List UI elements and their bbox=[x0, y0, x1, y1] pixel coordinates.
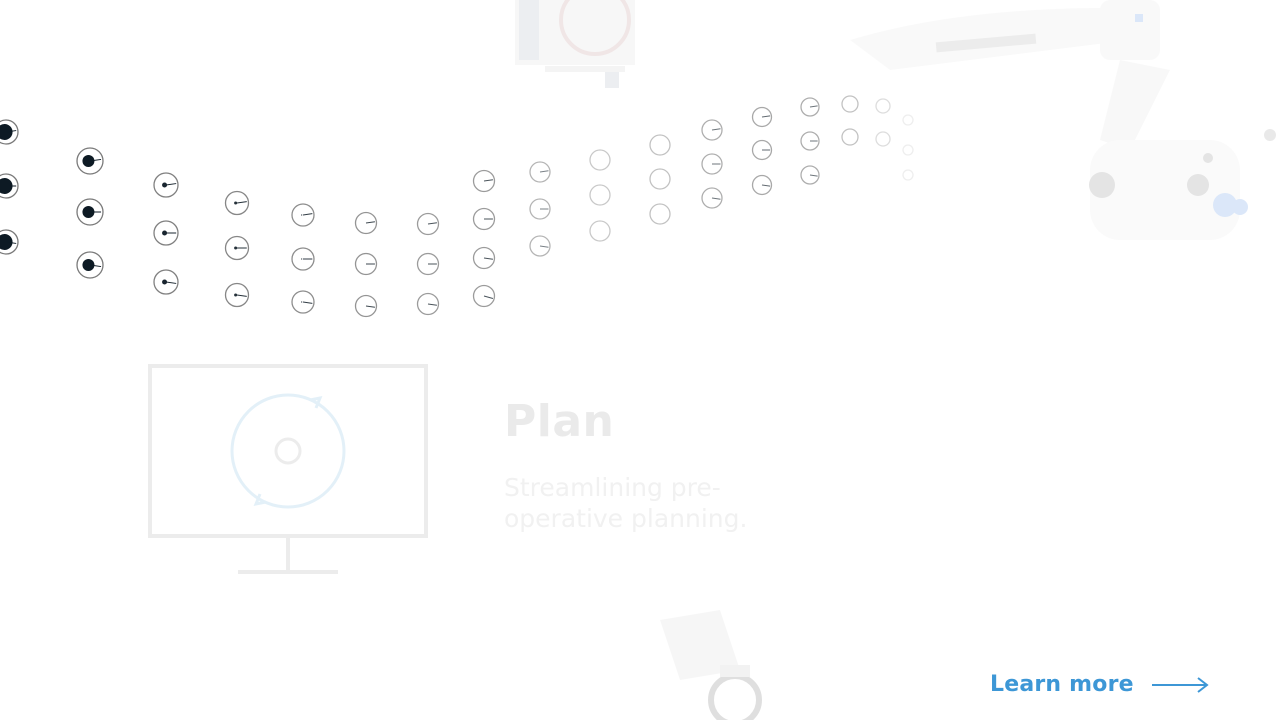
eye-dot bbox=[354, 211, 378, 235]
eye-dot bbox=[649, 134, 671, 156]
eye-dot bbox=[751, 174, 773, 196]
eye-dot bbox=[841, 128, 859, 146]
eye-dot bbox=[224, 235, 250, 261]
eye-dot bbox=[472, 246, 496, 270]
eye-dot bbox=[529, 161, 551, 183]
eye-dot bbox=[153, 172, 179, 198]
eye-dot bbox=[800, 165, 820, 185]
eye-dot bbox=[416, 212, 440, 236]
eye-dot bbox=[0, 173, 19, 199]
eye-dot bbox=[589, 220, 611, 242]
eye-dot bbox=[0, 229, 19, 255]
plan-subtitle: Streamlining pre-operative planning. bbox=[504, 473, 748, 533]
eye-dot bbox=[751, 139, 773, 161]
learn-more-link[interactable]: Learn more bbox=[990, 672, 1210, 697]
eye-dot bbox=[589, 184, 611, 206]
eye-dot bbox=[76, 198, 104, 226]
eye-dot bbox=[76, 251, 104, 279]
eye-dot bbox=[875, 98, 891, 114]
eye-dot bbox=[153, 269, 179, 295]
eye-dot bbox=[649, 168, 671, 190]
eye-dot bbox=[416, 252, 440, 276]
monitor-cycle-icon bbox=[148, 364, 428, 574]
eye-dot bbox=[153, 220, 179, 246]
eye-dots-wave-graphic bbox=[0, 95, 914, 318]
eye-dot bbox=[875, 131, 891, 147]
eye-dot bbox=[589, 149, 611, 171]
cart-wheel-background-image bbox=[660, 610, 762, 720]
eye-dot bbox=[701, 187, 723, 209]
eye-dot bbox=[354, 252, 378, 276]
eye-dot bbox=[224, 190, 250, 216]
plan-section: Plan Streamlining pre-operative planning… bbox=[140, 360, 840, 590]
eye-dot bbox=[472, 207, 496, 231]
eye-dot bbox=[354, 294, 378, 318]
eye-dots-group bbox=[0, 95, 914, 318]
eye-dot bbox=[751, 106, 773, 128]
eye-dot bbox=[701, 119, 723, 141]
page-canvas: Plan Streamlining pre-operative planning… bbox=[0, 0, 1280, 720]
eye-dot bbox=[291, 247, 315, 271]
eye-dot bbox=[800, 131, 820, 151]
eye-dot bbox=[291, 203, 315, 227]
eye-dot bbox=[291, 290, 315, 314]
arrow-right-icon bbox=[1151, 676, 1209, 693]
eye-dot bbox=[841, 95, 859, 113]
eye-dot bbox=[649, 203, 671, 225]
eye-dot bbox=[416, 292, 440, 316]
eye-dot bbox=[472, 169, 496, 193]
eye-dot bbox=[800, 97, 820, 117]
eye-dot bbox=[902, 114, 914, 126]
eye-dot bbox=[0, 119, 19, 145]
eye-dot bbox=[529, 235, 551, 257]
eye-dot bbox=[472, 284, 496, 308]
plan-title: Plan bbox=[504, 396, 615, 447]
eye-dot bbox=[529, 198, 551, 220]
learn-more-label: Learn more bbox=[990, 672, 1134, 697]
eye-dot bbox=[902, 169, 914, 181]
eye-dot bbox=[224, 282, 250, 308]
eye-dot bbox=[76, 147, 104, 175]
eye-dot bbox=[902, 144, 914, 156]
eye-dot bbox=[701, 153, 723, 175]
